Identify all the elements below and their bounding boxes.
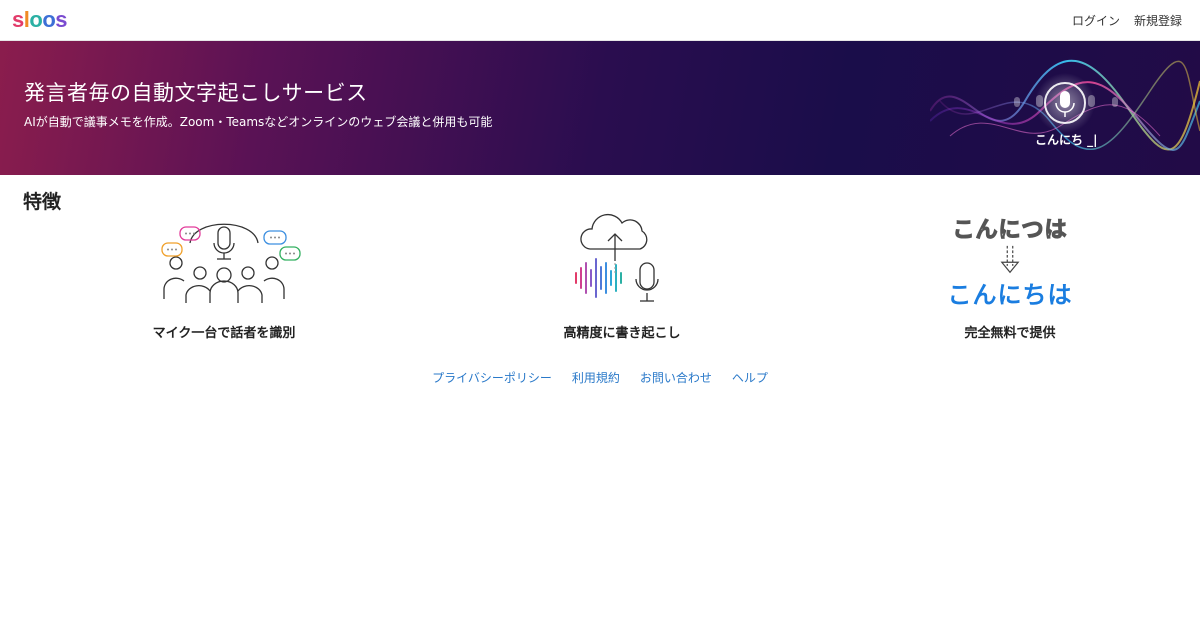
feature-free-service: こんにつは こんにちは 完全無料で提供 (880, 212, 1140, 341)
hero-subtitle: AIが自動で議事メモを作成。Zoom・Teamsなどオンラインのウェブ会議と併用… (24, 115, 493, 129)
privacy-policy-link[interactable]: プライバシーポリシー (432, 369, 552, 386)
feature-label: 完全無料で提供 (964, 326, 1056, 341)
hero-banner: 発言者毎の自動文字起こしサービス AIが自動で議事メモを作成。Zoom・Team… (0, 41, 1200, 175)
login-link[interactable]: ログイン (1072, 12, 1120, 29)
arrow-down-icon (1000, 245, 1020, 274)
feature-label: 高精度に書き起こし (563, 326, 681, 341)
features-heading: 特徴 (23, 191, 62, 213)
hero-title: 発言者毎の自動文字起こしサービス (24, 81, 368, 105)
sloos-logo[interactable]: s l o o s (12, 7, 68, 32)
logo-letter: o (42, 7, 56, 32)
feature-speaker-identification: マイク一台で話者を識別 (94, 212, 354, 341)
terms-of-use-link[interactable]: 利用規約 (572, 369, 620, 386)
logo-letter: s (12, 7, 24, 32)
footer-links: プライバシーポリシー 利用規約 お問い合わせ ヘルプ (0, 369, 1200, 386)
logo-letter: s (55, 7, 68, 32)
feature-label: マイク一台で話者を識別 (152, 326, 296, 341)
text-correction-icon: こんにつは こんにちは (880, 212, 1140, 310)
feature-high-accuracy: 高精度に書き起こし (492, 212, 752, 341)
corrected-text-sample: こんにちは (947, 281, 1073, 309)
help-link[interactable]: ヘルプ (732, 369, 768, 386)
mic-caption: こんにち _| (1035, 133, 1098, 148)
logo-letter: o (29, 7, 43, 32)
incorrect-text-sample: こんにつは (952, 217, 1068, 243)
signup-link[interactable]: 新規登録 (1134, 12, 1182, 29)
contact-link[interactable]: お問い合わせ (640, 369, 712, 386)
top-navigation-bar: s l o o s ログイン 新規登録 (0, 0, 1200, 41)
account-links: ログイン 新規登録 (1072, 12, 1182, 29)
speakers-microphone-icon (161, 223, 301, 303)
sound-wave-microphone-art: こんにち _| (930, 59, 1200, 151)
features-section: マイク一台で話者を識別 高精度に書き起こし こんにつは こんにちは 完全無料で提… (0, 212, 1200, 352)
cloud-waveform-microphone-icon (575, 214, 659, 302)
